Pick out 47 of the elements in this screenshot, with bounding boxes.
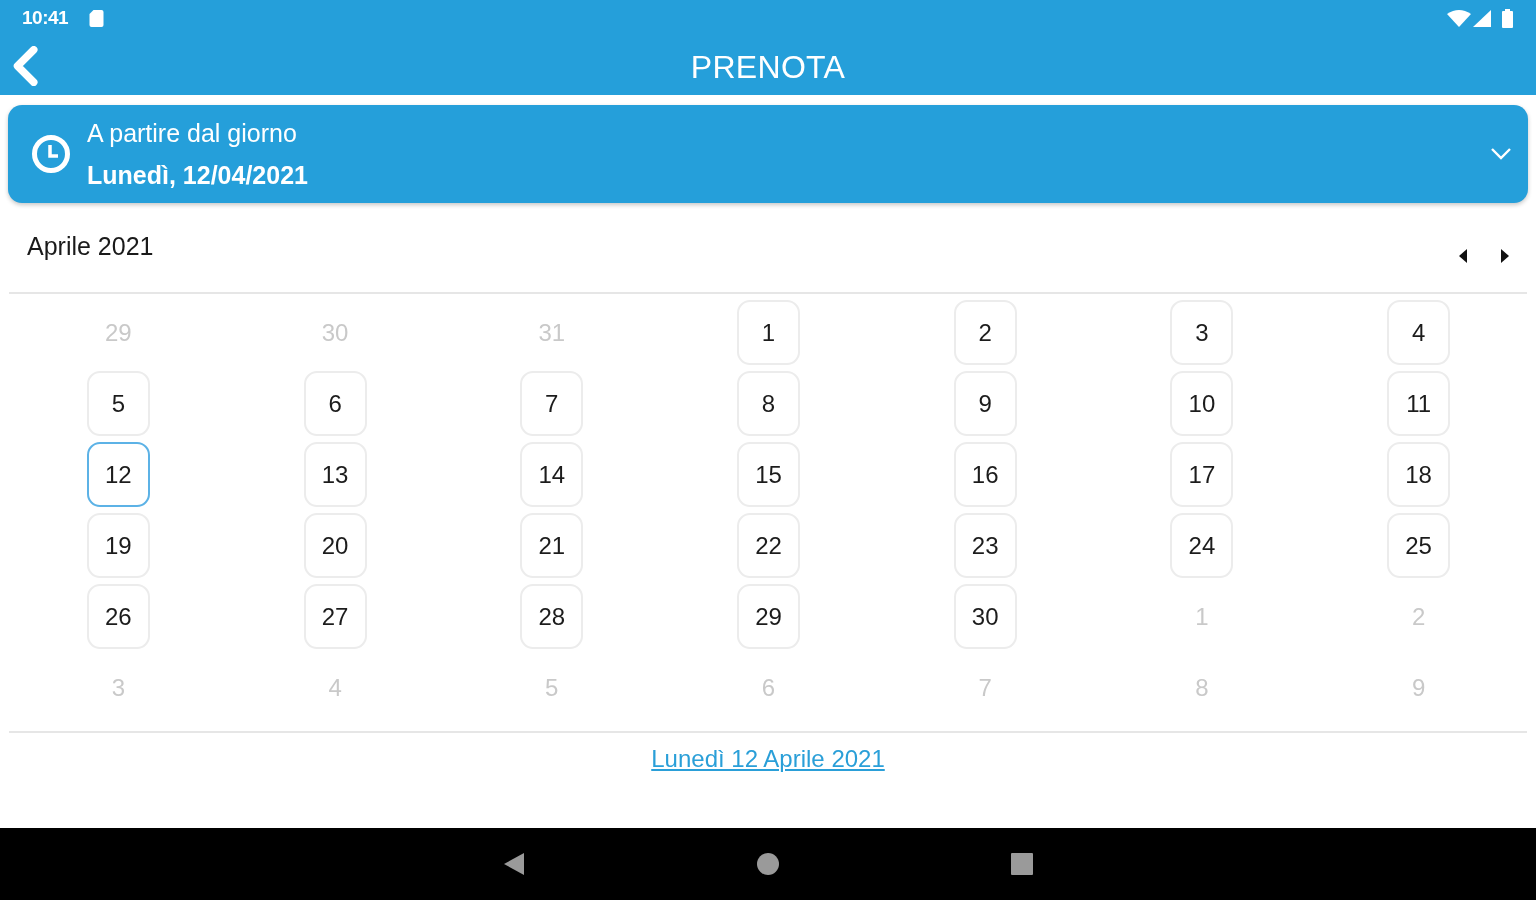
calendar-day[interactable]: 28 [520,584,584,649]
left-triangle-icon[interactable] [503,853,524,875]
calendar-day[interactable]: 27 [303,584,367,649]
calendar-day[interactable]: 22 [737,513,800,578]
calendar-day[interactable]: 17 [1170,442,1234,507]
status-time: 10:41 [22,7,69,29]
caret-right-icon [1501,248,1509,263]
calendar-day[interactable]: 21 [520,513,584,578]
calendar-day[interactable]: 24 [1170,513,1234,578]
calendar-day[interactable]: 26 [86,584,150,649]
signal-icon [1473,9,1491,27]
calendar-day[interactable]: 19 [86,513,150,578]
square-icon[interactable] [1010,853,1033,875]
calendar-day[interactable]: 25 [1387,513,1451,578]
date-picker-label: A partire dal giorno [87,119,297,147]
calendar-day[interactable]: 16 [953,442,1017,507]
calendar-day[interactable]: 20 [303,513,367,578]
wifi-icon [1447,9,1471,27]
battery-icon [1502,8,1513,28]
month-title: Aprile 2021 [27,232,154,261]
calendar-day[interactable]: 10 [1170,371,1234,436]
calendar-day[interactable]: 12 [86,442,150,507]
calendar-day[interactable]: 11 [1387,371,1451,436]
calendar-day[interactable]: 18 [1387,442,1451,507]
calendar-day[interactable]: 7 [520,371,584,436]
clock-icon [31,134,71,174]
calendar-day[interactable]: 3 [1170,300,1234,365]
calendar-day[interactable]: 23 [953,513,1017,578]
back-chevron-icon [12,45,38,86]
sd-card-icon [89,10,105,27]
calendar-day[interactable]: 2 [953,300,1017,365]
calendar-day[interactable]: 13 [303,442,367,507]
calendar-day[interactable]: 1 [737,300,800,365]
calendar-day[interactable]: 6 [303,371,367,436]
back-button[interactable] [12,45,38,86]
calendar-day[interactable]: 29 [737,584,800,649]
screen-title: PRENOTA [690,49,846,86]
circle-icon[interactable] [756,853,779,875]
caret-left-icon [1459,248,1467,263]
calendar-day[interactable]: 14 [520,442,584,507]
calendar-day[interactable]: 15 [737,442,800,507]
calendar-day[interactable]: 5 [86,371,150,436]
calendar-day[interactable]: 8 [737,371,800,436]
date-picker-value: Lunedì, 12/04/2021 [87,161,308,189]
calendar-day[interactable]: 30 [953,584,1017,649]
calendar-day[interactable]: 4 [1387,300,1451,365]
calendar-day[interactable]: 9 [953,371,1017,436]
